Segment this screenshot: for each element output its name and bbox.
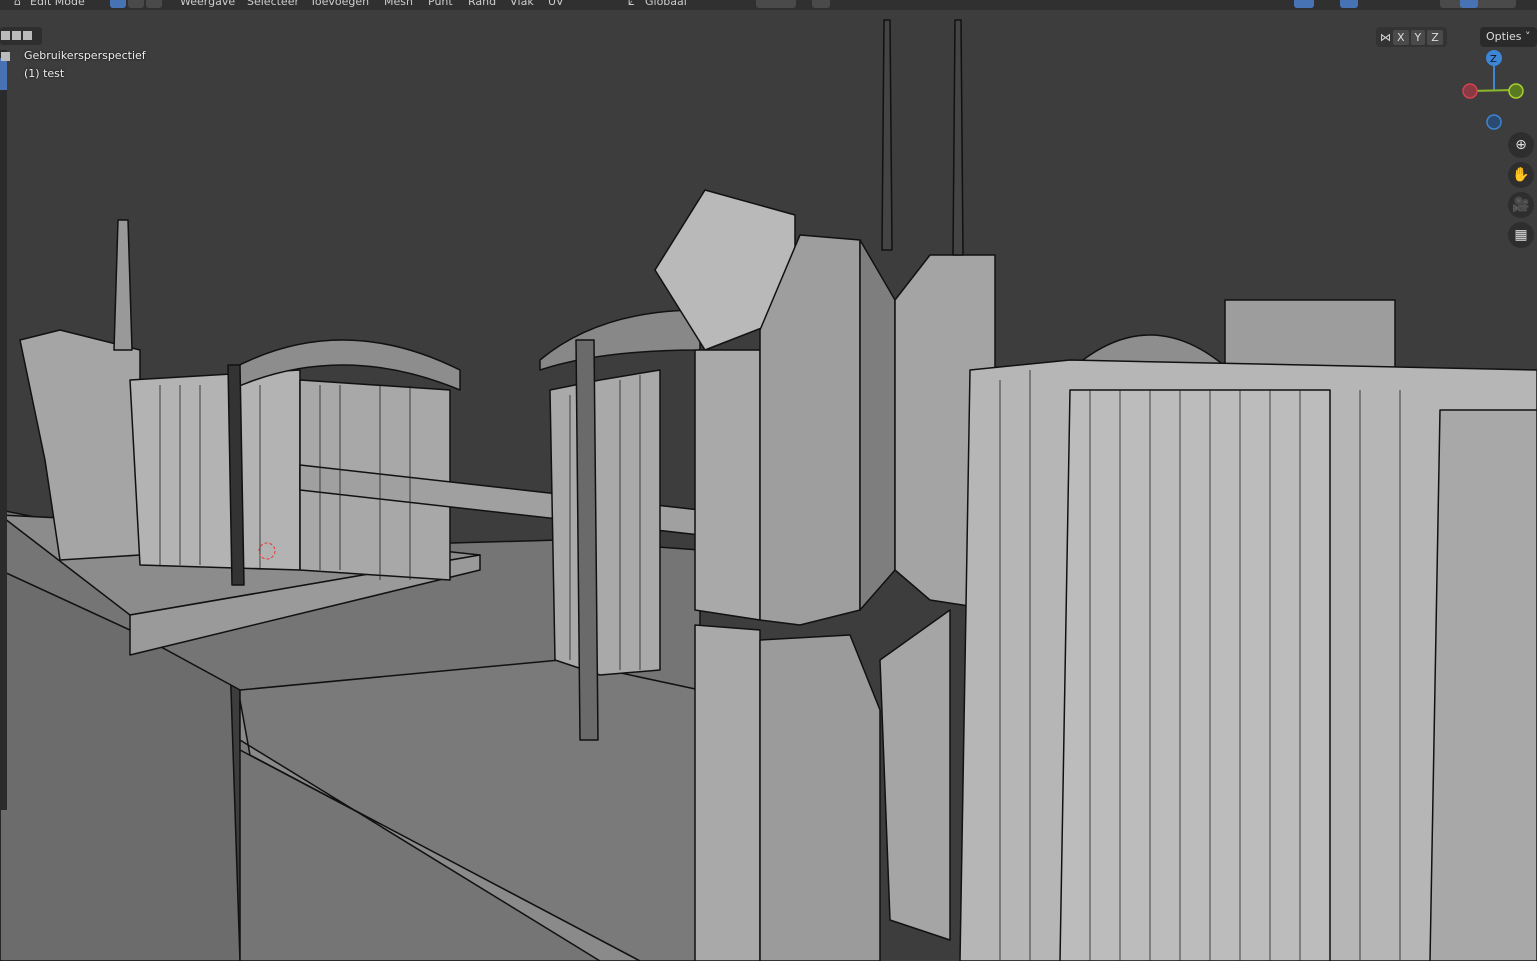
gizmo-button[interactable] <box>1340 0 1358 8</box>
menu-weergave[interactable]: Weergave <box>180 0 235 8</box>
edge-select-button[interactable] <box>128 0 144 8</box>
proportional-button[interactable] <box>812 0 830 8</box>
menu-rand[interactable]: Rand <box>468 0 496 8</box>
viewport-header: ⌂ Edit Mode Weergave Selecteer Toevoegen… <box>0 0 1537 10</box>
object-label: (1) test <box>24 67 65 80</box>
overlay-button[interactable] <box>1294 0 1314 8</box>
pillars-left <box>129 369 301 571</box>
mirror-x-toggle[interactable]: X <box>1393 29 1409 45</box>
face-select-button[interactable] <box>146 0 162 8</box>
mirror-icon: ⋈ <box>1380 30 1391 44</box>
view-name: Gebruikersperspectief <box>24 49 146 62</box>
shading-buttons[interactable] <box>1440 0 1516 8</box>
mirror-axes: ⋈ X Y Z <box>1376 27 1447 47</box>
zoom-icon[interactable]: ⊕ <box>1508 132 1534 158</box>
mirror-z-toggle[interactable]: Z <box>1427 29 1443 45</box>
select-box-modes[interactable] <box>0 27 42 61</box>
menu-selecteer[interactable]: Selecteer <box>247 0 299 8</box>
menu-vlak[interactable]: Vlak <box>510 0 534 8</box>
tower-d <box>879 609 951 941</box>
snap-button[interactable] <box>756 0 796 8</box>
dome-roof-mid <box>539 309 701 371</box>
scene-mesh <box>0 19 1537 961</box>
vertex-select-button[interactable] <box>110 0 126 8</box>
menu-mesh[interactable]: Mesh <box>384 0 413 8</box>
tower-a <box>694 349 761 621</box>
options-dropdown[interactable]: Opties ˅ <box>1480 27 1537 47</box>
editor-type-icon[interactable]: ⌂ <box>14 0 21 8</box>
3d-viewport[interactable]: Gebruikersperspectief (1) test ⋈ X Y Z O… <box>0 10 1537 961</box>
mirror-y-toggle[interactable]: Y <box>1410 29 1426 45</box>
menu-punt[interactable]: Punt <box>428 0 453 8</box>
solid-shading-button[interactable] <box>1460 0 1478 8</box>
gizmo-z-neg <box>1486 114 1502 130</box>
options-label: Opties <box>1486 30 1522 43</box>
pillars-mid <box>549 369 661 676</box>
orientation-select[interactable]: Globaal <box>645 0 687 8</box>
hand-pan-icon[interactable]: ✋ <box>1508 162 1534 188</box>
navigation-gizmo[interactable]: Z <box>1455 45 1537 135</box>
menu-uv[interactable]: UV <box>548 0 564 8</box>
mode-select[interactable]: Edit Mode <box>30 0 85 8</box>
menu-toevoegen[interactable]: Toevoegen <box>310 0 369 8</box>
gizmo-y-axis <box>1508 83 1524 99</box>
gizmo-z-label: Z <box>1490 54 1497 65</box>
tower-c <box>694 624 761 961</box>
toolbar-left[interactable] <box>0 50 7 810</box>
gizmo-x-neg <box>1462 83 1478 99</box>
ortho-grid-icon[interactable]: ▦ <box>1508 222 1534 248</box>
camera-icon[interactable]: 🎥 <box>1508 192 1534 218</box>
orientation-icon[interactable]: ⟀ <box>628 0 635 9</box>
